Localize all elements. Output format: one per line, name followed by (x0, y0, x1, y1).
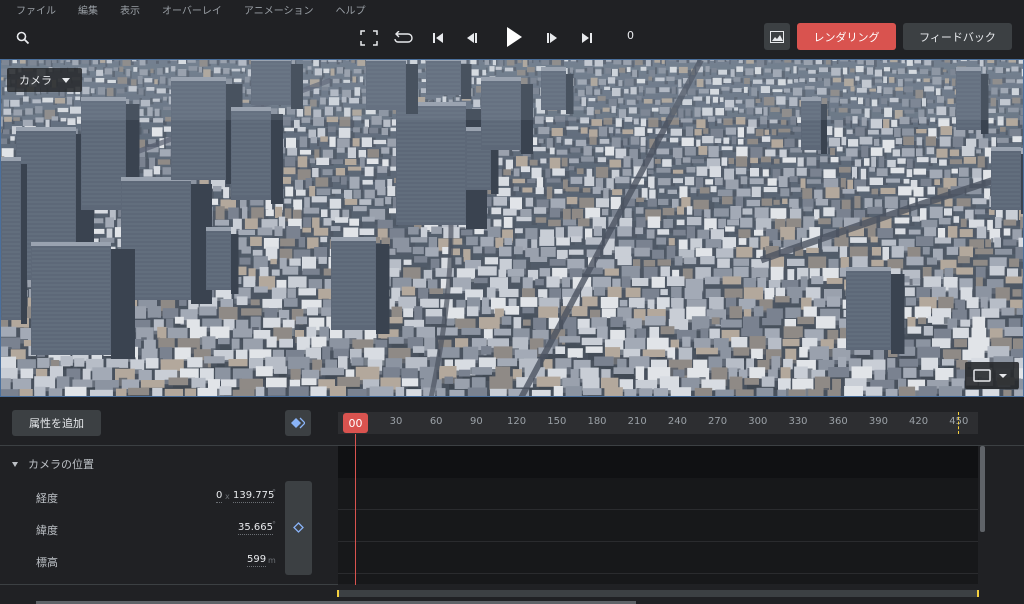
skip-to-start-icon[interactable] (427, 27, 449, 49)
range-end-handle[interactable] (977, 590, 979, 597)
chevron-down-icon (62, 78, 70, 83)
property-keyframe-column (285, 481, 312, 575)
play-icon[interactable] (501, 24, 527, 50)
keyframe-button[interactable] (285, 410, 311, 436)
ruler-tick-label: 360 (828, 416, 848, 427)
image-icon (770, 30, 784, 43)
camera-position-group[interactable]: カメラの位置 (12, 456, 94, 472)
latitude-label: 緯度 (36, 524, 58, 537)
aspect-ratio-icon (973, 369, 1007, 382)
longitude-label: 経度 (36, 492, 58, 505)
frame-counter: 0 (627, 29, 634, 42)
ruler-tick-label: 60 (429, 416, 443, 427)
end-marker[interactable] (958, 412, 960, 434)
ruler-tick-label: 30 (389, 416, 403, 427)
ruler-tick-label: 240 (667, 416, 687, 427)
divider (0, 584, 338, 585)
ruler-tick-label: 390 (868, 416, 888, 427)
step-forward-icon[interactable] (541, 27, 563, 49)
track-separator (338, 541, 978, 542)
keyframe-track-area[interactable] (338, 446, 978, 584)
expand-triangle-icon[interactable] (12, 461, 18, 467)
ruler-tick-label: 330 (788, 416, 808, 427)
playhead-frame-label[interactable]: 00 (343, 413, 368, 433)
feedback-button[interactable]: フィードバック (903, 23, 1012, 50)
render-button[interactable]: レンダリング (797, 23, 896, 50)
longitude-separator: x (225, 492, 230, 501)
search-icon[interactable] (16, 31, 30, 45)
image-button[interactable] (764, 23, 790, 50)
camera-dropdown-label: カメラ (19, 74, 52, 87)
longitude-unit: ° (272, 488, 276, 497)
fullscreen-icon[interactable] (358, 27, 380, 49)
timeline-panel: 属性を追加 30 60 90 120 150 180 210 240 270 300 330 360 3… (0, 398, 1024, 604)
ruler-tick-label: 420 (909, 416, 929, 427)
longitude-value-field[interactable]: 139.775 (233, 490, 275, 503)
altitude-unit: m (268, 556, 276, 565)
playhead-line[interactable] (355, 434, 356, 585)
ruler-tick-label: 270 (708, 416, 728, 427)
horizontal-scrollbar[interactable] (337, 590, 979, 597)
aspect-ratio-button[interactable] (965, 362, 1019, 389)
map-viewport[interactable]: カメラ (0, 59, 1024, 397)
toolbar: 0 レンダリング フィードバック (0, 18, 1024, 58)
vertical-scrollbar[interactable] (980, 446, 985, 532)
menu-file[interactable]: ファイル (16, 2, 56, 17)
track-separator (338, 573, 978, 574)
track-separator (338, 509, 978, 510)
group-track-row (338, 446, 978, 478)
menu-bar: ファイル 編集 表示 オーバーレイ アニメーション ヘルプ (0, 0, 1024, 18)
menu-animation[interactable]: アニメーション (244, 2, 314, 17)
skip-to-end-icon[interactable] (576, 27, 598, 49)
menu-edit[interactable]: 編集 (78, 2, 98, 17)
group-label: カメラの位置 (28, 458, 94, 471)
city-aerial-view (1, 60, 1023, 396)
camera-dropdown[interactable]: カメラ (7, 68, 82, 92)
timeline-ruler[interactable]: 30 60 90 120 150 180 210 240 270 300 330 360 390 420 4… (338, 412, 978, 434)
range-start-handle[interactable] (337, 590, 339, 597)
ruler-tick-label: 300 (748, 416, 768, 427)
menu-view[interactable]: 表示 (120, 2, 140, 17)
loop-icon[interactable] (392, 27, 414, 49)
ruler-tick-label: 180 (587, 416, 607, 427)
ruler-tick-label: 210 (627, 416, 647, 427)
altitude-label: 標高 (36, 556, 58, 569)
longitude-degree-field[interactable]: 0 (216, 490, 223, 503)
step-back-icon[interactable] (461, 27, 483, 49)
menu-overlay[interactable]: オーバーレイ (162, 2, 222, 17)
ruler-tick-label: 150 (547, 416, 567, 427)
latitude-value-field[interactable]: 35.665 (238, 522, 273, 535)
menu-help[interactable]: ヘルプ (336, 2, 366, 17)
keyframe-diamond-outline-icon[interactable] (293, 522, 304, 533)
ruler-tick-label: 90 (470, 416, 483, 427)
keyframe-diamond-icon (291, 417, 305, 429)
ruler-tick-label: 120 (507, 416, 527, 427)
altitude-value-field[interactable]: 599 (247, 554, 267, 567)
add-property-button[interactable]: 属性を追加 (12, 410, 101, 436)
latitude-unit: ° (272, 520, 276, 529)
